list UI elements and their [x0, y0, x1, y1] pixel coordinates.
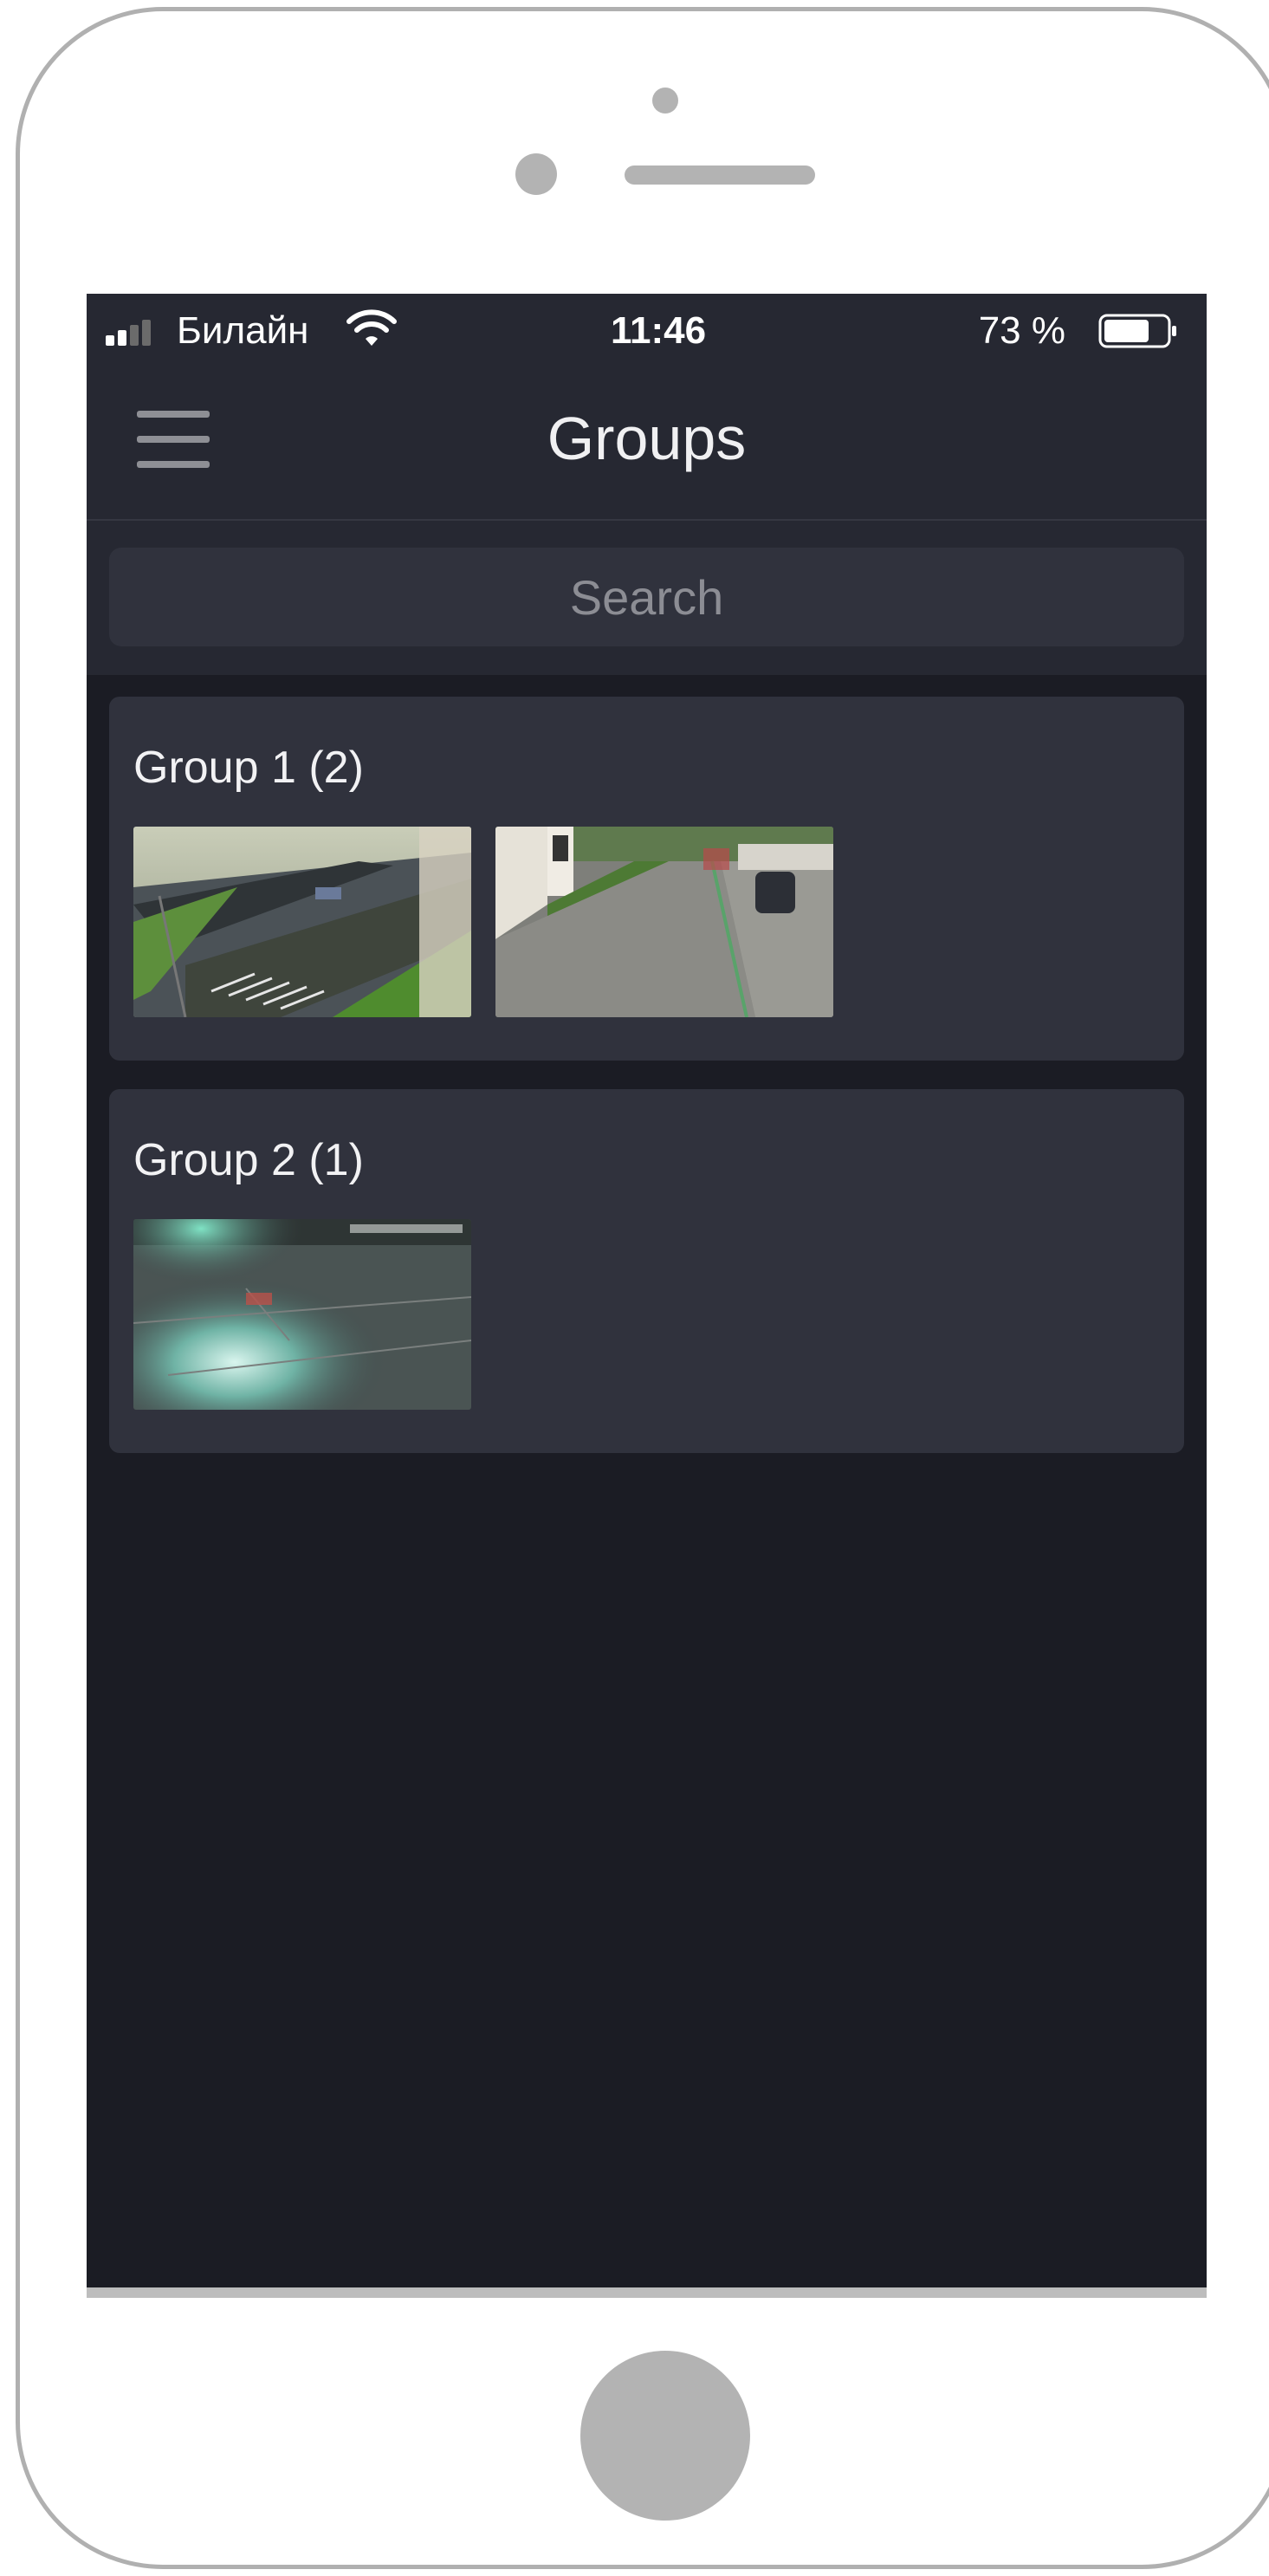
battery-icon — [1098, 314, 1176, 348]
camera-thumbnail-driveway[interactable] — [495, 827, 833, 1017]
navigation-bar: Groups — [87, 363, 1207, 519]
search-input[interactable] — [109, 548, 1184, 646]
carrier-name: Билайн — [177, 309, 309, 352]
group-card-1[interactable]: Group 1 (2) — [109, 697, 1184, 1061]
app-header: Билайн 11:46 73 % Groups — [87, 294, 1207, 675]
group-title: Group 1 (2) — [133, 743, 364, 793]
camera-thumbnail-night-parking[interactable] — [133, 1219, 471, 1410]
wifi-icon — [346, 309, 397, 346]
page-title: Groups — [547, 405, 747, 472]
group-card-2[interactable]: Group 2 (1) — [109, 1089, 1184, 1453]
cellular-signal-icon — [106, 320, 158, 346]
screen-bottom-edge — [87, 2287, 1207, 2298]
app-screen: Билайн 11:46 73 % Groups Search Group 1 … — [87, 294, 1207, 2298]
earpiece-speaker — [625, 165, 815, 185]
sensor-dot — [652, 88, 678, 114]
clock: 11:46 — [610, 309, 707, 352]
battery-percentage: 73 % — [978, 309, 1065, 352]
front-camera — [515, 153, 557, 195]
header-divider — [87, 519, 1207, 521]
status-bar: Билайн 11:46 73 % — [87, 294, 1207, 363]
camera-thumbnail-parking-lot[interactable] — [133, 827, 471, 1017]
home-button[interactable] — [580, 2351, 750, 2521]
group-title: Group 2 (1) — [133, 1135, 364, 1185]
